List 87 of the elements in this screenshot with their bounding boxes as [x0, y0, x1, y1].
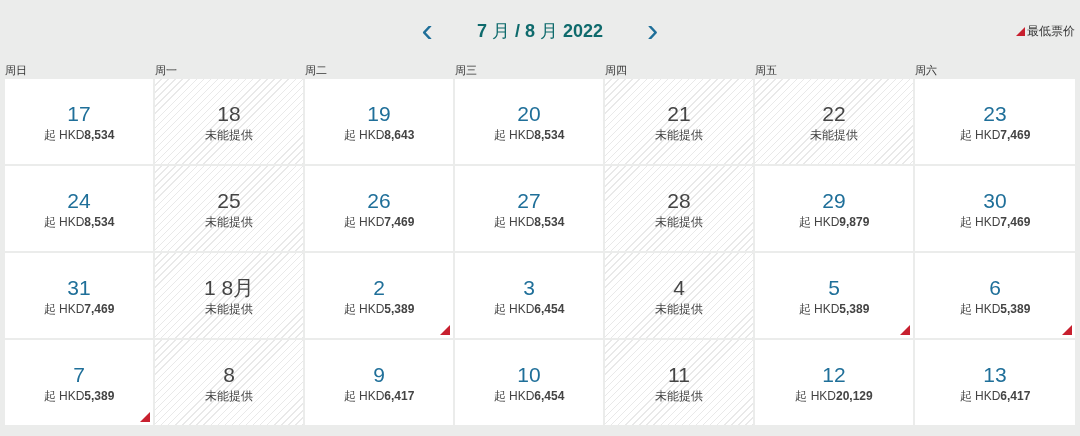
fare-price: 起 HKD7,469 [959, 126, 1031, 143]
day-number: 8 [223, 361, 235, 388]
day-number: 13 [983, 361, 1007, 388]
fare-price: 起 HKD7,469 [43, 300, 115, 317]
day-number: 1 8月 [203, 274, 255, 301]
fare-price: 起 HKD8,643 [343, 126, 415, 143]
fare-price: 起 HKD7,469 [343, 213, 415, 230]
day-number: 25 [217, 187, 241, 214]
day-cell[interactable]: 7 起 HKD5,389 [5, 340, 153, 425]
weekday-label: 周日 [5, 63, 28, 78]
day-cell[interactable]: 29 起 HKD9,879 [755, 166, 913, 251]
day-number: 9 [373, 361, 385, 388]
day-cell[interactable]: 26 起 HKD7,469 [305, 166, 453, 251]
fare-price: 起 HKD6,417 [959, 387, 1031, 404]
legend-label: 最低票价 [1027, 23, 1075, 40]
day-cell[interactable]: 23 起 HKD7,469 [915, 79, 1075, 164]
day-number: 2 [373, 274, 385, 301]
fare-price: 起 HKD20,129 [795, 387, 873, 404]
day-cell[interactable]: 19 起 HKD8,643 [305, 79, 453, 164]
day-cell[interactable]: 30 起 HKD7,469 [915, 166, 1075, 251]
day-number: 31 [67, 274, 91, 301]
day-number: 24 [67, 187, 91, 214]
day-cell[interactable]: 2 起 HKD5,389 [305, 253, 453, 338]
fare-price: 起 HKD5,389 [343, 300, 415, 317]
lowest-fare-marker-icon [1016, 26, 1025, 36]
day-number: 23 [983, 100, 1007, 127]
day-number: 3 [523, 274, 535, 301]
day-cell[interactable]: 9 起 HKD6,417 [305, 340, 453, 425]
day-number: 26 [367, 187, 391, 214]
fare-price: 起 HKD8,534 [43, 126, 115, 143]
day-number: 12 [822, 361, 846, 388]
next-month-button[interactable]: › [643, 12, 663, 50]
day-cell[interactable]: 12 起 HKD20,129 [755, 340, 913, 425]
unavailable-label: 未能提供 [205, 126, 253, 143]
fare-price: 起 HKD8,534 [493, 126, 565, 143]
fare-price: 起 HKD5,389 [798, 300, 870, 317]
previous-month-button[interactable]: ‹ [417, 12, 437, 50]
day-number: 30 [983, 187, 1007, 214]
month-title: 7 月 / 8 月 2022 [475, 19, 605, 43]
weekday-label: 周二 [305, 63, 328, 78]
unavailable-label: 未能提供 [205, 387, 253, 404]
day-number: 27 [517, 187, 541, 214]
fare-price: 起 HKD7,469 [959, 213, 1031, 230]
day-number: 20 [517, 100, 541, 127]
weekday-label: 周五 [755, 63, 778, 78]
day-number: 7 [73, 361, 85, 388]
day-number: 21 [667, 100, 691, 127]
unavailable-label: 未能提供 [810, 126, 858, 143]
day-number: 17 [67, 100, 91, 127]
fare-price: 起 HKD6,454 [493, 387, 565, 404]
unavailable-label: 未能提供 [655, 126, 703, 143]
day-number: 28 [667, 187, 691, 214]
day-number: 11 [668, 361, 690, 388]
weekday-label: 周四 [605, 63, 628, 78]
weekday-label: 周一 [155, 63, 178, 78]
weekday-label: 周六 [915, 63, 938, 78]
fare-price: 起 HKD8,534 [43, 213, 115, 230]
day-cell[interactable]: 20 起 HKD8,534 [455, 79, 603, 164]
day-number: 22 [822, 100, 846, 127]
unavailable-label: 未能提供 [655, 300, 703, 317]
day-number: 18 [217, 100, 241, 127]
day-number: 5 [828, 274, 840, 301]
day-cell[interactable]: 27 起 HKD8,534 [455, 166, 603, 251]
fare-price: 起 HKD8,534 [493, 213, 565, 230]
day-cell[interactable]: 6 起 HKD5,389 [915, 253, 1075, 338]
day-cell[interactable]: 31 起 HKD7,469 [5, 253, 153, 338]
fare-price: 起 HKD6,454 [493, 300, 565, 317]
weekday-label: 周三 [455, 63, 478, 78]
fare-price: 起 HKD9,879 [798, 213, 870, 230]
day-cell[interactable]: 17 起 HKD8,534 [5, 79, 153, 164]
fare-price: 起 HKD5,389 [959, 300, 1031, 317]
unavailable-label: 未能提供 [655, 387, 703, 404]
day-cell[interactable]: 24 起 HKD8,534 [5, 166, 153, 251]
day-number: 10 [517, 361, 541, 388]
unavailable-label: 未能提供 [205, 213, 253, 230]
day-cell[interactable]: 10 起 HKD6,454 [455, 340, 603, 425]
fare-price: 起 HKD6,417 [343, 387, 415, 404]
unavailable-label: 未能提供 [655, 213, 703, 230]
day-cell[interactable]: 3 起 HKD6,454 [455, 253, 603, 338]
day-number: 29 [822, 187, 846, 214]
day-number: 19 [367, 100, 391, 127]
day-number: 4 [673, 274, 685, 301]
unavailable-label: 未能提供 [205, 300, 253, 317]
fare-price: 起 HKD5,389 [43, 387, 115, 404]
day-cell[interactable]: 13 起 HKD6,417 [915, 340, 1075, 425]
day-number: 6 [989, 274, 1001, 301]
day-cell[interactable]: 5 起 HKD5,389 [755, 253, 913, 338]
